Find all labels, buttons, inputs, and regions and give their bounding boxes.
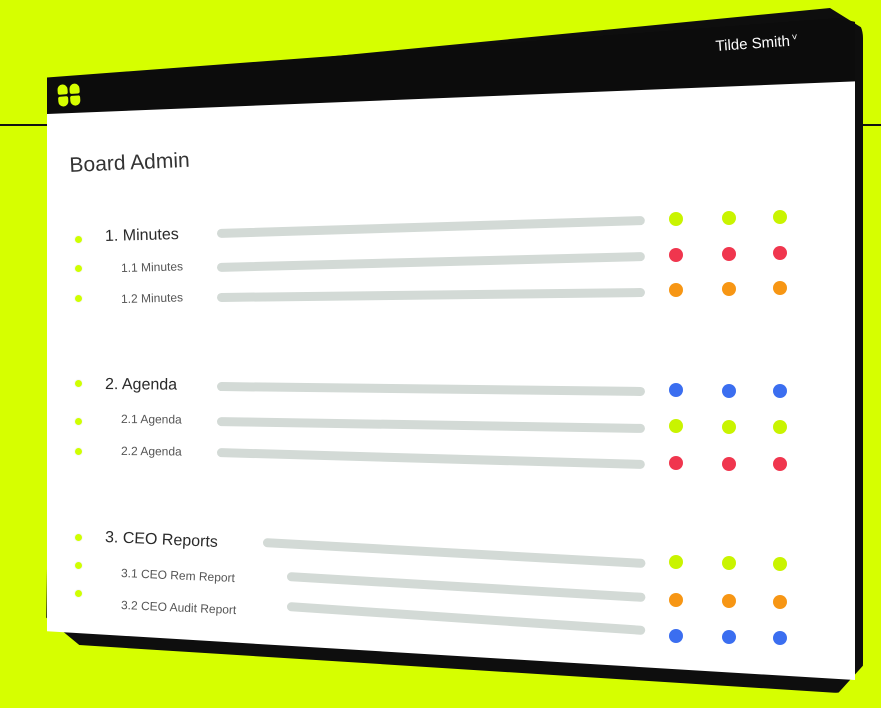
chevron-down-icon: ˅ (791, 32, 798, 44)
row-status-dot (75, 562, 82, 569)
row-status-dot (75, 380, 82, 387)
row-status-dot (75, 590, 82, 597)
app-logo-icon[interactable] (57, 83, 83, 109)
status-dot-red[interactable] (669, 248, 683, 262)
logo-part (70, 95, 81, 106)
status-dot-red[interactable] (773, 246, 787, 260)
section-title[interactable]: 1. Minutes (105, 226, 179, 246)
item-label[interactable]: 2.1 Agenda (121, 412, 182, 427)
row-status-dot (75, 295, 82, 302)
item-label[interactable]: 1.2 Minutes (121, 290, 183, 306)
row-status-dot (75, 448, 82, 455)
item-label[interactable]: 2.2 Agenda (121, 444, 182, 459)
row-status-dot (75, 418, 82, 425)
logo-part (58, 96, 69, 107)
status-dot-orange[interactable] (669, 283, 683, 297)
row-status-dot (75, 236, 82, 243)
status-dot-orange[interactable] (773, 281, 787, 295)
logo-part (69, 83, 80, 95)
stage: Tilde Smith˅ Board Admin 1. Minutes 1.1 M… (0, 0, 881, 708)
status-dot-green[interactable] (722, 211, 736, 225)
status-dot-green[interactable] (773, 210, 787, 224)
status-dot-orange[interactable] (669, 593, 683, 607)
status-dot-blue[interactable] (669, 629, 683, 643)
status-dot-green[interactable] (669, 555, 683, 569)
status-dot-green[interactable] (669, 212, 683, 226)
section-title[interactable]: 2. Agenda (105, 376, 177, 395)
item-label[interactable]: 1.1 Minutes (121, 259, 183, 275)
status-dot-red[interactable] (722, 247, 736, 261)
status-dot-red[interactable] (669, 456, 683, 470)
logo-part (57, 84, 68, 95)
status-dot-orange[interactable] (722, 282, 736, 296)
row-status-dot (75, 534, 82, 541)
status-dot-blue[interactable] (773, 384, 787, 398)
status-dot-green[interactable] (722, 419, 736, 434)
status-dot-red[interactable] (722, 456, 736, 471)
status-dot-blue[interactable] (669, 383, 683, 397)
status-dot-blue[interactable] (722, 383, 736, 398)
status-dot-red[interactable] (773, 457, 787, 471)
status-dot-green[interactable] (773, 420, 787, 434)
status-dot-green[interactable] (669, 419, 683, 433)
row-status-dot (75, 265, 82, 272)
